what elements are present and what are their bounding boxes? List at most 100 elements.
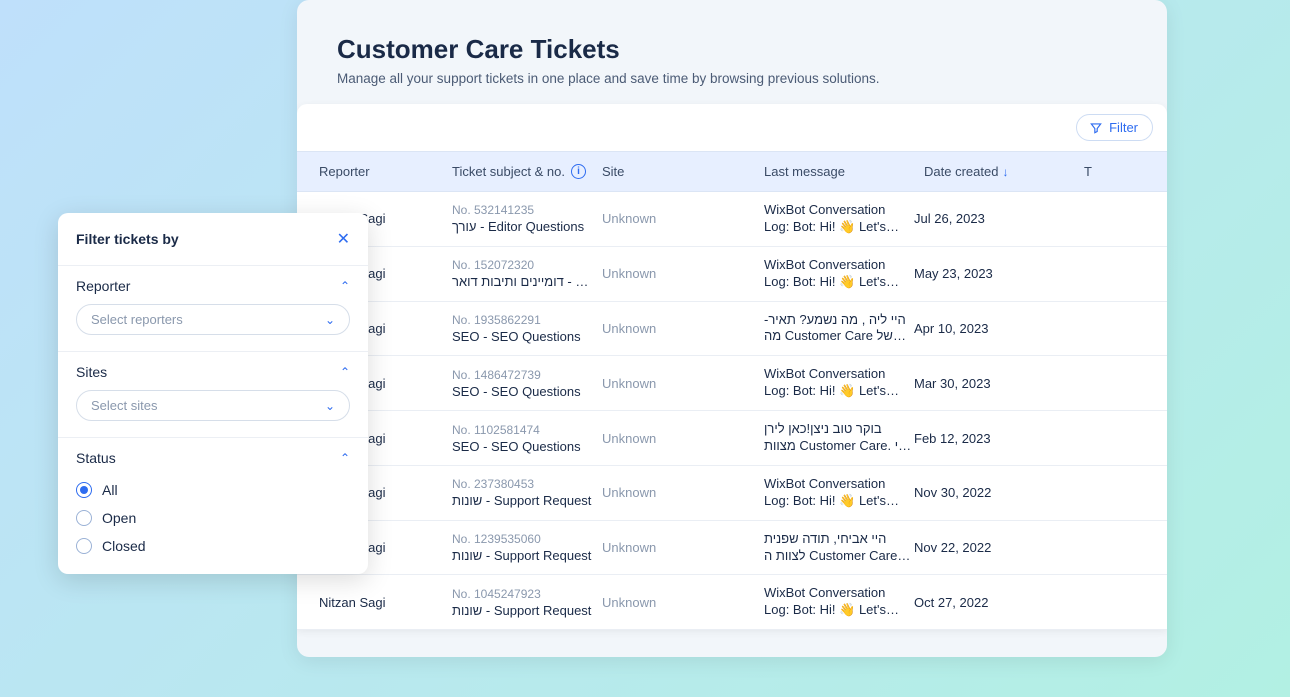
column-subject-label: Ticket subject & no. — [452, 164, 565, 179]
sites-select-placeholder: Select sites — [91, 398, 157, 413]
column-site[interactable]: Site — [602, 164, 764, 179]
filter-popup-title: Filter tickets by — [76, 231, 179, 247]
reporter-cell: Nitzan Sagi — [297, 595, 452, 610]
site-cell: Unknown — [602, 540, 764, 555]
site-cell: Unknown — [602, 211, 764, 226]
table-row[interactable]: Nitzan SagiNo. 1239535060שונות - Support… — [297, 521, 1167, 576]
subject-cell: No. 1239535060 שונות - Support Request — [452, 532, 602, 563]
table-body: Nitzan Sagi No. 532141235 עורך - Editor Qu… — [297, 192, 1167, 630]
status-option-closed[interactable]: Closed — [76, 532, 350, 560]
last-message-cell: בוקר טוב ניצן!כאן לירן מצוות Customer Ca… — [764, 421, 914, 455]
date-cell: Oct 27, 2022 — [914, 595, 1074, 610]
last-message-cell: WixBot Conversation Log: Bot: Hi! 👋 Let'… — [764, 585, 914, 619]
last-message-cell: WixBot Conversation Log: Bot: Hi! 👋 Let'… — [764, 366, 914, 400]
chevron-up-icon: ⌃ — [340, 451, 350, 465]
site-cell: Unknown — [602, 321, 764, 336]
ticket-number: No. 1486472739 — [452, 368, 602, 382]
date-cell: Apr 10, 2023 — [914, 321, 1074, 336]
column-t[interactable]: T — [1084, 164, 1167, 179]
column-date-label: Date created — [924, 164, 998, 179]
site-cell: Unknown — [602, 485, 764, 500]
sort-arrow-down-icon: ↓ — [1002, 165, 1008, 179]
table-row[interactable]: Nitzan SagiNo. 152072320דומיינים ותיבות … — [297, 247, 1167, 302]
tickets-table-card: Filter Reporter Ticket subject & no. i S… — [297, 104, 1167, 630]
table-row[interactable]: Nitzan SagiNo. 1102581474SEO - SEO Quest… — [297, 411, 1167, 466]
ticket-number: No. 1239535060 — [452, 532, 602, 546]
last-message-cell: -היי ליה , מה נשמע? תאיר מה Customer Car… — [764, 312, 914, 346]
ticket-subject: SEO - SEO Questions — [452, 329, 592, 344]
date-cell: Jul 26, 2023 — [914, 211, 1074, 226]
chevron-down-icon: ⌄ — [325, 399, 335, 413]
status-radio-group: All Open Closed — [76, 476, 350, 560]
site-cell: Unknown — [602, 431, 764, 446]
chevron-up-icon: ⌃ — [340, 365, 350, 379]
reporter-select[interactable]: Select reporters ⌄ — [76, 304, 350, 335]
ticket-subject: שונות - Support Request — [452, 493, 592, 508]
table-row[interactable]: Nitzan SagiNo. 1486472739SEO - SEO Quest… — [297, 356, 1167, 411]
subject-cell: No. 237380453 שונות - Support Request — [452, 477, 602, 508]
date-cell: May 23, 2023 — [914, 266, 1074, 281]
subject-cell: No. 532141235 עורך - Editor Questions — [452, 203, 602, 234]
table-row[interactable]: Nitzan SagiNo. 1045247923 שונות - Support… — [297, 575, 1167, 630]
table-toolbar: Filter — [297, 104, 1167, 151]
table-header-row: Reporter Ticket subject & no. i Site Las… — [297, 151, 1167, 192]
column-last-message[interactable]: Last message — [764, 164, 924, 179]
filter-section-reporter: Reporter ⌃ Select reporters ⌄ — [58, 266, 368, 347]
column-reporter[interactable]: Reporter — [297, 164, 452, 179]
filter-sites-head[interactable]: Sites ⌃ — [76, 364, 350, 380]
subject-cell: No. 1935862291 SEO - SEO Questions — [452, 313, 602, 344]
ticket-number: No. 237380453 — [452, 477, 602, 491]
status-option-label: All — [102, 482, 118, 498]
date-cell: Feb 12, 2023 — [914, 431, 1074, 446]
table-row[interactable]: Nitzan SagiNo. 1935862291SEO - SEO Quest… — [297, 302, 1167, 357]
chevron-up-icon: ⌃ — [340, 279, 350, 293]
reporter-select-placeholder: Select reporters — [91, 312, 183, 327]
ticket-number: No. 1045247923 — [452, 587, 602, 601]
ticket-number: No. 152072320 — [452, 258, 602, 272]
filter-button[interactable]: Filter — [1076, 114, 1153, 141]
subject-cell: No. 1486472739SEO - SEO Questions — [452, 368, 602, 399]
ticket-number: No. 1935862291 — [452, 313, 602, 327]
subject-cell: No. 1045247923 שונות - Support Request — [452, 587, 602, 618]
table-row[interactable]: Nitzan SagiNo. 237380453שונות - Support … — [297, 466, 1167, 521]
radio-icon — [76, 538, 92, 554]
site-cell: Unknown — [602, 595, 764, 610]
filter-status-head[interactable]: Status ⌃ — [76, 450, 350, 466]
ticket-number: No. 1102581474 — [452, 423, 602, 437]
status-option-open[interactable]: Open — [76, 504, 350, 532]
filter-button-label: Filter — [1109, 120, 1138, 135]
ticket-subject: שונות - Support Request — [452, 603, 592, 618]
column-date-created[interactable]: Date created ↓ — [924, 164, 1084, 179]
table-row[interactable]: Nitzan SagiNo. 532141235עורך - Editor Qu… — [297, 192, 1167, 247]
filter-section-sites: Sites ⌃ Select sites ⌄ — [58, 352, 368, 433]
filter-reporter-head[interactable]: Reporter ⌃ — [76, 278, 350, 294]
ticket-subject: עורך - Editor Questions — [452, 219, 592, 234]
ticket-subject: שונות - Support Request — [452, 548, 592, 563]
ticket-number: No. 532141235 — [452, 203, 602, 217]
subject-cell: No. 1102581474SEO - SEO Questions — [452, 423, 602, 454]
date-cell: Nov 30, 2022 — [914, 485, 1074, 500]
ticket-subject: דומיינים ותיבות דואר - Do… — [452, 274, 592, 289]
date-cell: Mar 30, 2023 — [914, 376, 1074, 391]
filter-icon — [1089, 121, 1103, 135]
site-cell: Unknown — [602, 266, 764, 281]
filter-reporter-label: Reporter — [76, 278, 130, 294]
page-title: Customer Care Tickets — [337, 34, 1127, 65]
status-option-all[interactable]: All — [76, 476, 350, 504]
last-message-cell: WixBot Conversation Log: Bot: Hi! 👋 Let'… — [764, 476, 914, 510]
subject-cell: No. 152072320 דומיינים ותיבות דואר - Do… — [452, 258, 602, 289]
panel-header: Customer Care Tickets Manage all your su… — [297, 24, 1167, 104]
filter-sites-label: Sites — [76, 364, 107, 380]
chevron-down-icon: ⌄ — [325, 313, 335, 327]
radio-icon — [76, 510, 92, 526]
filter-popup-header: Filter tickets by ✕ — [58, 213, 368, 266]
filter-status-label: Status — [76, 450, 116, 466]
tickets-panel: Customer Care Tickets Manage all your su… — [297, 0, 1167, 657]
info-icon[interactable]: i — [571, 164, 586, 179]
sites-select[interactable]: Select sites ⌄ — [76, 390, 350, 421]
filter-section-status: Status ⌃ All Open Closed — [58, 438, 368, 574]
close-icon[interactable]: ✕ — [337, 229, 350, 249]
status-option-label: Closed — [102, 538, 146, 554]
status-option-label: Open — [102, 510, 136, 526]
column-subject[interactable]: Ticket subject & no. i — [452, 164, 602, 179]
